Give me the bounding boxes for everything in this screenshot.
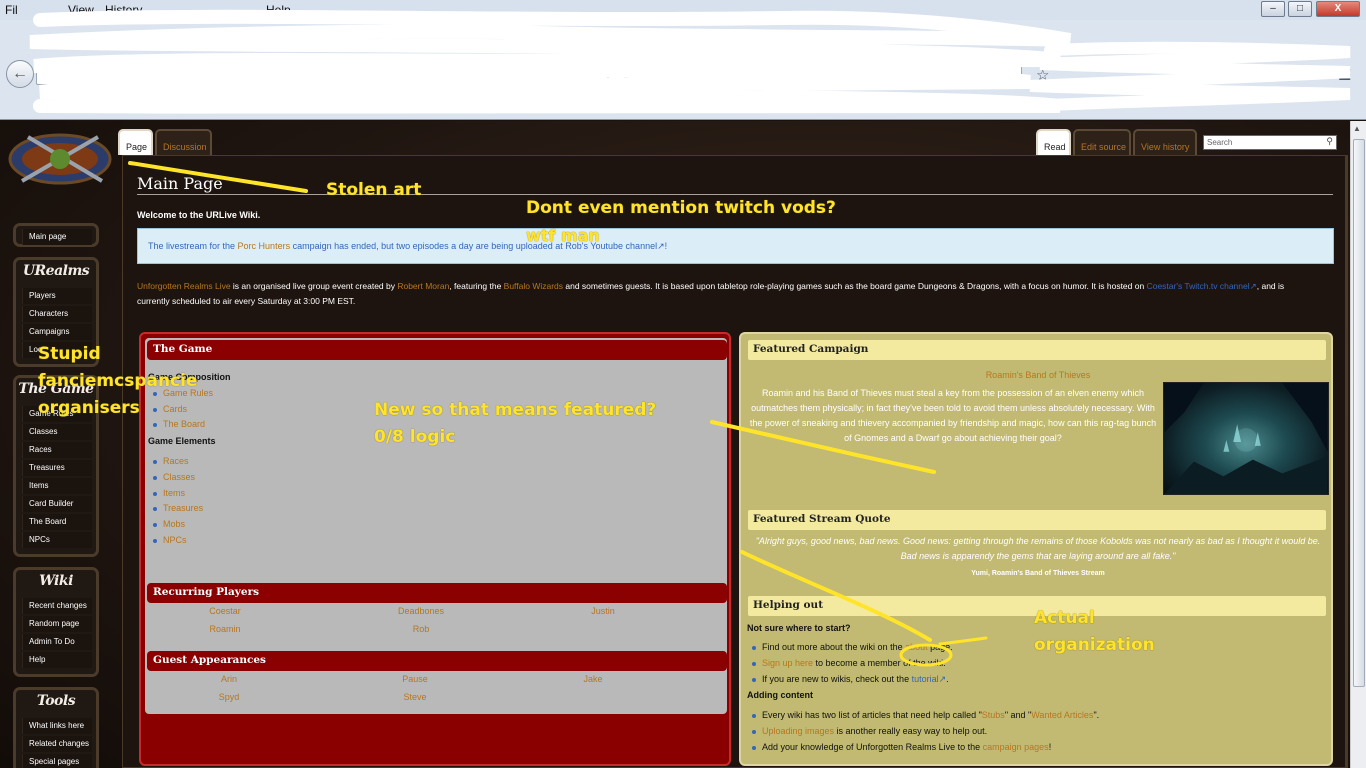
annotation-actual: Actual <box>1034 608 1095 628</box>
annotation-organisers: organisers <box>38 398 140 418</box>
annotation-twitch-vods: Dont even mention twitch vods? <box>526 198 836 218</box>
annotation-logic: 0/8 logic <box>374 427 456 447</box>
annotation-wtf-man: wtf man <box>526 226 600 245</box>
annotation-strokes <box>128 161 988 667</box>
annotation-organization: organization <box>1034 635 1155 655</box>
annotation-fanciemcspancie: fanciemcspancie <box>38 371 198 391</box>
annotation-new-featured: New so that means featured? <box>374 400 657 420</box>
annotation-stolen-art: Stolen art <box>326 180 422 200</box>
annotation-stupid: Stupid <box>38 344 101 364</box>
